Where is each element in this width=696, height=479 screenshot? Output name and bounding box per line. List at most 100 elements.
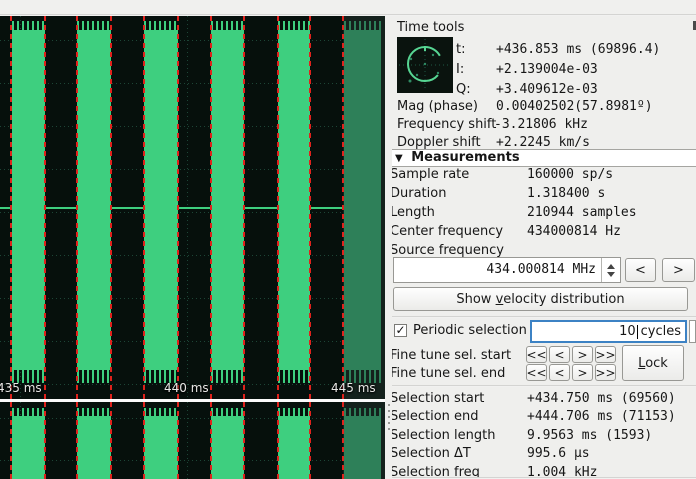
length-label: Length: [392, 204, 435, 222]
h-gridline: [0, 212, 385, 213]
signal-burst: [211, 30, 244, 370]
signal-burst-cap: [12, 21, 45, 30]
separator: [392, 316, 696, 318]
frequency-spinbox-value[interactable]: 434.000814 MHz: [486, 261, 596, 279]
h-gridline: [0, 83, 385, 84]
selection-end-value: +444.706 ms (71153): [527, 408, 676, 426]
iq-constellation-view: [397, 37, 453, 93]
lock-button[interactable]: Lock: [622, 345, 684, 381]
spin-up-icon[interactable]: [607, 264, 615, 269]
cycles-value: 10: [619, 324, 636, 339]
center-frequency-label: Center frequency: [392, 223, 503, 241]
sample-rate-label: Sample rate: [392, 166, 469, 184]
fine-end-step-back-button[interactable]: <: [549, 364, 570, 381]
measurements-section-header[interactable]: ▼ Measurements: [392, 149, 696, 167]
q-value: +3.409612e-03: [496, 81, 598, 99]
i-label: I:: [456, 61, 464, 79]
signal-burst-cap: [278, 21, 310, 30]
v-gridline: [187, 402, 188, 479]
signal-burst-cap: [77, 21, 111, 30]
period-divider-line: [10, 16, 12, 399]
next-frequency-button[interactable]: >: [662, 258, 695, 282]
fine-tune-end-label: Fine tune sel. end: [392, 365, 505, 383]
signal-burst: [278, 30, 310, 370]
selection-start-label: Selection start: [392, 390, 484, 408]
periodic-selection-label: Periodic selection: [413, 322, 527, 340]
period-divider-line: [277, 402, 279, 479]
selection-delta-t-label: Selection ΔT: [392, 445, 471, 463]
spinner-buttons[interactable]: [601, 258, 620, 282]
time-tick-label: 445 ms: [331, 381, 376, 395]
selection-start-value: +434.750 ms (69560): [527, 390, 676, 408]
show-velocity-distribution-button[interactable]: Show velocity distribution: [393, 287, 688, 311]
waveform-lower[interactable]: [0, 402, 385, 479]
period-divider-line: [44, 16, 46, 399]
sample-rate-value: 160000 sp/s: [527, 166, 613, 184]
period-divider-line: [143, 16, 145, 399]
period-divider-line: [177, 402, 179, 479]
time-tick-label: 440 ms: [164, 381, 209, 395]
period-divider-line: [110, 16, 112, 399]
duration-value: 1.318400 s: [527, 185, 605, 203]
splitter-handle[interactable]: [388, 404, 390, 430]
selection-end-label: Selection end: [392, 408, 479, 426]
cycles-spinner-clipped[interactable]: [689, 320, 696, 343]
periodic-selection-checkbox[interactable]: ✓: [394, 324, 407, 337]
fine-end-step-back-fast-button[interactable]: <<: [526, 364, 547, 381]
h-gridline: [0, 126, 385, 127]
period-divider-line: [342, 402, 344, 479]
constellation-icon: [397, 37, 453, 93]
top-strip: [0, 0, 696, 14]
lock-label: Lock: [638, 356, 668, 371]
signal-burst-tail: [278, 370, 310, 383]
signal-burst: [278, 416, 310, 479]
selection-delta-t-value: 995.6 µs: [527, 445, 590, 463]
h-gridline: [0, 418, 385, 419]
h-gridline: [0, 341, 385, 342]
signal-burst-cap: [211, 21, 244, 30]
signal-burst: [12, 30, 45, 370]
separator: [392, 385, 696, 387]
duration-label: Duration: [392, 185, 446, 203]
fine-end-step-forward-fast-button[interactable]: >>: [595, 364, 616, 381]
period-divider-line: [44, 402, 46, 479]
frequency-shift-value: -3.21806 kHz: [494, 116, 588, 134]
q-label: Q:: [456, 81, 471, 99]
signal-burst: [211, 416, 244, 479]
waveform-upper[interactable]: 435 ms 440 ms 445 ms: [0, 16, 385, 399]
fine-end-step-forward-button[interactable]: >: [572, 364, 593, 381]
period-divider-line: [309, 16, 311, 399]
period-divider-line: [309, 402, 311, 479]
check-icon: ✓: [395, 323, 405, 337]
period-divider-line: [10, 402, 12, 479]
text-cursor: [637, 325, 638, 339]
cycles-suffix: cycles: [641, 324, 681, 339]
signal-burst: [144, 416, 178, 479]
time-tools-panel: Time tools t: +436.853 ms (69896.4) I: +…: [392, 16, 696, 479]
length-value: 210944 samples: [527, 204, 637, 222]
fine-start-step-forward-button[interactable]: >: [572, 346, 593, 363]
signal-burst-cap: [278, 408, 310, 416]
spin-down-icon[interactable]: [607, 272, 615, 277]
signal-burst-cap: [77, 408, 111, 416]
signal-burst: [77, 30, 111, 370]
cycles-input[interactable]: 10 cycles: [530, 320, 687, 343]
period-divider-line: [243, 16, 245, 399]
fine-start-step-forward-fast-button[interactable]: >>: [595, 346, 616, 363]
h-gridline: [0, 460, 385, 461]
period-divider-line: [243, 402, 245, 479]
period-divider-line: [210, 402, 212, 479]
panel-title: Time tools: [397, 19, 464, 37]
prev-frequency-button[interactable]: <: [625, 258, 656, 282]
fine-start-step-back-fast-button[interactable]: <<: [526, 346, 547, 363]
fine-start-step-back-button[interactable]: <: [549, 346, 570, 363]
frequency-spinbox[interactable]: 434.000814 MHz: [393, 257, 621, 283]
h-gridline: [0, 169, 385, 170]
signal-burst-cap: [12, 408, 45, 416]
center-frequency-value: 434000814 Hz: [527, 223, 621, 241]
period-divider-line: [177, 16, 179, 399]
time-tick-label: 435 ms: [0, 381, 42, 395]
signal-burst: [344, 30, 381, 370]
period-divider-line: [110, 402, 112, 479]
mag-phase-value: 0.00402502(57.8981º): [496, 98, 653, 116]
